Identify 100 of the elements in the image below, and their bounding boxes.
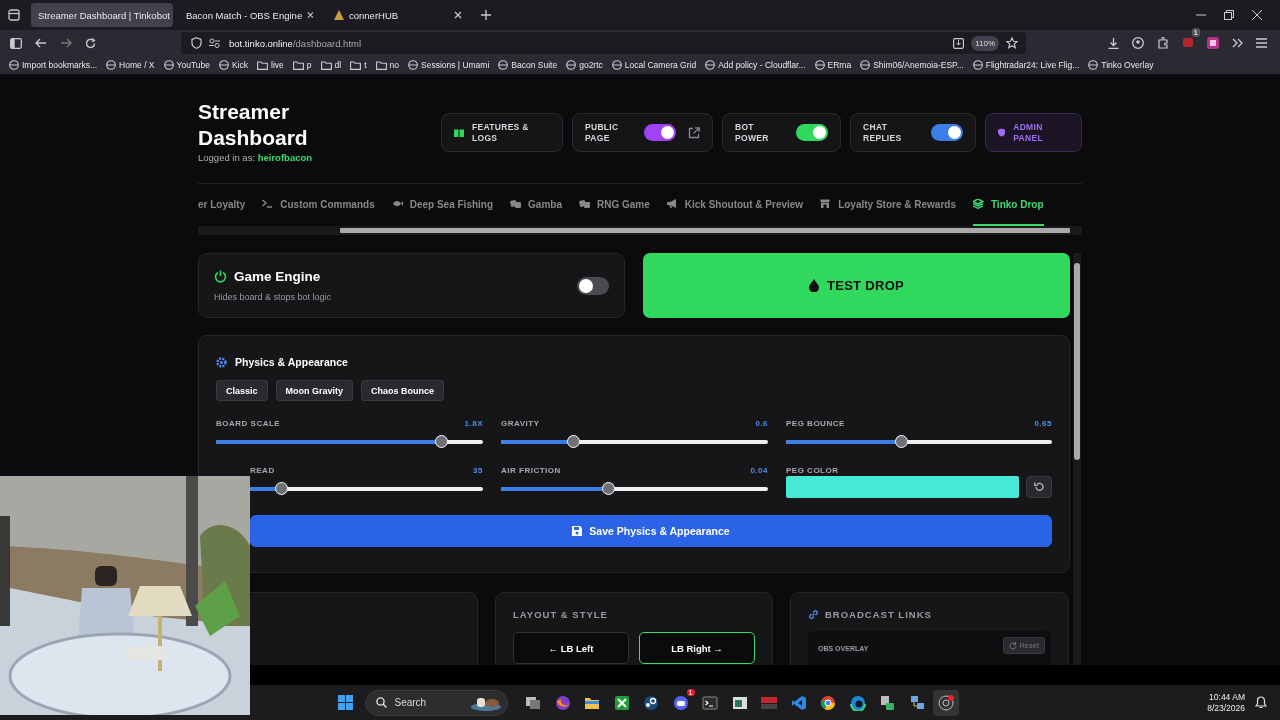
chevron-icon[interactable] (1232, 38, 1243, 48)
slider-track[interactable] (501, 435, 768, 449)
bookmark-link[interactable]: ERma (827, 60, 852, 70)
search-field[interactable]: Search (364, 689, 508, 716)
bookmark-link[interactable]: t (364, 60, 367, 70)
forward-icon[interactable] (60, 38, 72, 48)
toggle-switch[interactable] (931, 124, 963, 141)
preset-button[interactable]: Classic (216, 380, 268, 401)
back-icon[interactable] (35, 38, 47, 48)
zoom-level-button[interactable]: 110% (971, 35, 999, 51)
app-window-icon[interactable] (731, 694, 748, 711)
bookmark-link[interactable]: dl (334, 60, 342, 70)
bookmark-link[interactable]: p (306, 60, 312, 70)
slider-track[interactable] (216, 435, 483, 449)
scrollbar-thumb[interactable] (1074, 263, 1080, 460)
address-bar[interactable]: bot.tinko.online/dashboard.html 110% (181, 32, 1026, 54)
site-icon[interactable] (106, 60, 117, 70)
bookmark-link[interactable]: live (271, 60, 284, 70)
nav-tab[interactable]: Gamba (510, 184, 562, 226)
site-icon[interactable] (9, 60, 19, 70)
site-icon[interactable] (408, 60, 418, 70)
browser-icon[interactable] (849, 694, 866, 711)
bookmark-link[interactable]: Kick (231, 60, 248, 70)
bookmark-link[interactable]: Tinko Overlay (1101, 60, 1154, 70)
site-icon[interactable] (566, 60, 577, 70)
task-view-icon[interactable] (525, 694, 541, 711)
folder-icon[interactable] (350, 60, 362, 70)
layout-button[interactable]: ← LB Left (513, 632, 629, 664)
start-icon[interactable] (338, 695, 353, 710)
preset-button[interactable]: Chaos Bounce (361, 380, 445, 401)
color-picker[interactable] (786, 476, 1019, 498)
close-icon[interactable] (454, 11, 462, 19)
browser-tab[interactable]: Streamer Dashboard | Tinkobot (31, 3, 173, 27)
restore-icon[interactable] (1224, 10, 1234, 20)
site-icon[interactable] (814, 60, 825, 70)
bookmark-link[interactable]: Import bookmarks... (22, 60, 98, 70)
network-icon[interactable] (908, 694, 925, 711)
site-settings-icon[interactable] (209, 38, 220, 48)
bookmark-link[interactable]: Home / X (119, 60, 155, 70)
slider-thumb[interactable] (566, 435, 580, 448)
test-drop-button[interactable]: TEST DROP (643, 253, 1070, 318)
bookmark-link[interactable]: go2rtc (579, 60, 603, 70)
download-icon[interactable] (1108, 37, 1119, 49)
site-icon[interactable] (860, 60, 871, 70)
folder-icon[interactable] (257, 60, 268, 70)
recorder-icon[interactable] (938, 694, 954, 711)
browser-tab[interactable]: connerHUB (327, 3, 469, 27)
bookmark-link[interactable]: no (389, 60, 399, 70)
toggle-switch[interactable] (577, 276, 609, 295)
bookmark-link[interactable]: Add policy - Cloudflar... (718, 60, 806, 70)
site-icon[interactable] (972, 60, 983, 70)
slider-thumb[interactable] (434, 435, 448, 448)
admin-panel-button[interactable]: ADMIN PANEL (985, 113, 1082, 152)
bookmark-link[interactable]: Local Camera Grid (624, 60, 697, 70)
nav-tab[interactable]: Kick Shoutout & Preview (666, 184, 804, 226)
folder-icon[interactable] (292, 60, 304, 70)
reload-icon[interactable] (85, 37, 96, 49)
close-icon[interactable] (1252, 10, 1262, 20)
save-button[interactable]: Save Physics & Appearance (250, 515, 1052, 547)
code-editor-icon[interactable] (790, 694, 807, 711)
nav-tab[interactable]: Custom Commands (262, 184, 375, 226)
notification-bell-icon[interactable] (1255, 696, 1267, 709)
reader-view-icon[interactable] (953, 37, 965, 49)
clock-time[interactable]: 10:44 AM (1207, 691, 1245, 703)
folder-icon[interactable] (320, 60, 332, 70)
terminal-icon[interactable] (702, 694, 718, 711)
nav-tab[interactable]: Loyalty Store & Rewards (820, 184, 956, 226)
browser-icon[interactable] (554, 694, 571, 711)
site-icon[interactable] (611, 60, 622, 70)
new-tab-icon[interactable] (481, 10, 491, 20)
account-icon[interactable] (1132, 37, 1144, 49)
layout-button[interactable]: LB Right → (639, 632, 755, 664)
bookmark-link[interactable]: Sessions | Umami (421, 60, 490, 70)
audio-mixer-icon[interactable] (761, 694, 777, 711)
bookmark-link[interactable]: Bacon Suite (511, 60, 558, 70)
site-icon[interactable] (218, 60, 229, 70)
folder-icon[interactable] (375, 60, 387, 70)
slider-thumb[interactable] (601, 482, 615, 495)
nav-tab[interactable]: er Loyalty (198, 184, 246, 226)
extensions-icon[interactable] (1157, 37, 1169, 49)
nav-tab[interactable]: Deep Sea Fishing (391, 184, 494, 226)
chat-app-icon[interactable] (672, 694, 689, 711)
star-icon[interactable] (1006, 37, 1018, 49)
shield-icon[interactable] (191, 37, 202, 49)
preset-button[interactable]: Moon Gravity (275, 380, 354, 401)
external-link-icon[interactable] (688, 126, 700, 139)
slider-track[interactable] (501, 482, 768, 496)
bookmark-link[interactable]: YouTube (176, 60, 210, 70)
nav-tab[interactable]: RNG Game (578, 184, 650, 226)
site-icon[interactable] (163, 60, 174, 70)
site-icon[interactable] (498, 60, 509, 70)
menu-icon[interactable] (1256, 38, 1267, 48)
toggle-switch[interactable] (796, 124, 828, 141)
reset-button[interactable] (1026, 476, 1052, 498)
scrollbar-thumb[interactable] (340, 228, 1070, 233)
slider-thumb[interactable] (274, 482, 288, 495)
bookmark-link[interactable]: Shim06/Anemoia-ESP... (873, 60, 964, 70)
tab-list-icon[interactable] (8, 9, 20, 21)
slider-thumb[interactable] (894, 435, 908, 448)
features-panel-button[interactable]: FEATURES & LOGS (441, 113, 563, 152)
